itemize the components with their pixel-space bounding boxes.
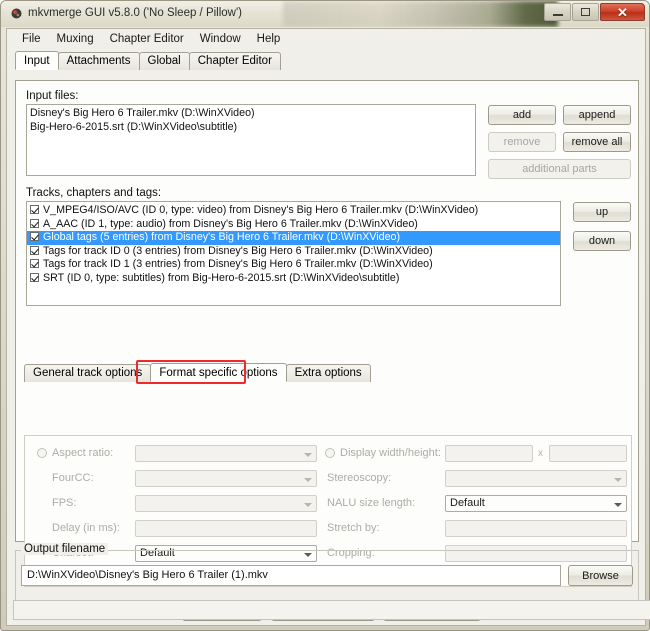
menu-help[interactable]: Help — [250, 32, 290, 48]
track-checkbox[interactable] — [30, 259, 39, 268]
track-checkbox[interactable] — [30, 273, 39, 282]
nalu-size-value: Default — [450, 497, 485, 509]
track-label: V_MPEG4/ISO/AVC (ID 0, type: video) from… — [43, 204, 478, 216]
display-height-input — [549, 445, 627, 462]
maximize-icon — [581, 8, 590, 16]
table-row[interactable]: A_AAC (ID 1, type: audio) from Disney's … — [27, 218, 560, 232]
remove-button: remove — [488, 132, 556, 152]
close-button[interactable]: ✕ — [600, 3, 645, 21]
tab-global[interactable]: Global — [139, 52, 190, 70]
status-bar — [13, 600, 650, 620]
remove-all-button[interactable]: remove all — [563, 132, 631, 152]
track-checkbox[interactable] — [30, 246, 39, 255]
mkvmerge-icon — [10, 7, 23, 20]
move-down-button[interactable]: down — [573, 231, 631, 251]
tracks-label: Tracks, chapters and tags: — [26, 187, 161, 199]
track-label: SRT (ID 0, type: subtitles) from Big-Her… — [43, 272, 399, 284]
tracks-list[interactable]: V_MPEG4/ISO/AVC (ID 0, type: video) from… — [26, 201, 561, 306]
aspect-ratio-radio — [37, 448, 47, 458]
background-bleed-through — [283, 1, 558, 27]
stereoscopy-combo — [445, 470, 627, 487]
menu-muxing[interactable]: Muxing — [50, 32, 103, 48]
tab-format-specific-options[interactable]: Format specific options — [150, 363, 286, 382]
chevron-down-icon — [300, 472, 315, 487]
table-row[interactable]: Tags for track ID 1 (3 entries) from Dis… — [27, 258, 560, 272]
browse-button[interactable]: Browse — [568, 565, 633, 586]
table-row[interactable]: V_MPEG4/ISO/AVC (ID 0, type: video) from… — [27, 204, 560, 218]
close-icon: ✕ — [617, 6, 628, 19]
track-label: A_AAC (ID 1, type: audio) from Disney's … — [43, 218, 418, 230]
output-filename-input[interactable]: D:\WinXVideo\Disney's Big Hero 6 Trailer… — [21, 565, 561, 586]
add-button[interactable]: add — [488, 105, 556, 125]
delay-label: Delay (in ms): — [52, 522, 120, 534]
title-bar: mkvmerge GUI v5.8.0 ('No Sleep / Pillow'… — [1, 1, 649, 27]
stereoscopy-label: Stereoscopy: — [327, 472, 391, 484]
track-checkbox[interactable] — [30, 205, 39, 214]
list-item[interactable]: Big-Hero-6-2015.srt (D:\WinXVideo\subtit… — [27, 121, 475, 135]
minimize-button[interactable] — [544, 3, 571, 21]
minimize-icon — [553, 14, 563, 16]
nalu-size-combo[interactable]: Default — [445, 495, 627, 512]
tab-extra-options[interactable]: Extra options — [286, 364, 371, 382]
tab-general-track-options[interactable]: General track options — [24, 364, 151, 382]
move-up-button[interactable]: up — [573, 202, 631, 222]
aspect-ratio-combo — [135, 445, 317, 462]
track-label: Tags for track ID 1 (3 entries) from Dis… — [43, 258, 433, 270]
stretch-by-input — [445, 520, 627, 537]
list-item[interactable]: Disney's Big Hero 6 Trailer.mkv (D:\WinX… — [27, 107, 475, 121]
chevron-down-icon — [610, 497, 625, 512]
application-window: mkvmerge GUI v5.8.0 ('No Sleep / Pillow'… — [0, 0, 650, 631]
input-files-list[interactable]: Disney's Big Hero 6 Trailer.mkv (D:\WinX… — [26, 104, 476, 176]
fourcc-label: FourCC: — [52, 472, 94, 484]
main-tab-bar: Input Attachments Global Chapter Editor — [15, 51, 645, 70]
stretch-by-label: Stretch by: — [327, 522, 380, 534]
menu-bar: File Muxing Chapter Editor Window Help — [7, 29, 645, 48]
display-wh-label: Display width/height: — [340, 447, 441, 459]
nalu-size-label: NALU size length: — [327, 497, 415, 509]
window-controls: ✕ — [544, 3, 645, 21]
table-row[interactable]: SRT (ID 0, type: subtitles) from Big-Her… — [27, 272, 560, 286]
track-label: Tags for track ID 0 (3 entries) from Dis… — [43, 245, 433, 257]
tab-input[interactable]: Input — [15, 51, 59, 70]
menu-chapter-editor[interactable]: Chapter Editor — [103, 32, 193, 48]
menu-window[interactable]: Window — [193, 32, 250, 48]
fps-label: FPS: — [52, 497, 76, 509]
dimension-separator: x — [538, 448, 543, 459]
output-group-label: Output filename — [21, 543, 108, 555]
input-files-label: Input files: — [26, 90, 78, 102]
append-button[interactable]: append — [563, 105, 631, 125]
table-row-selected[interactable]: Global tags (5 entries) from Disney's Bi… — [27, 231, 560, 245]
aspect-ratio-label: Aspect ratio: — [52, 447, 113, 459]
display-width-input — [445, 445, 533, 462]
chevron-down-icon — [300, 447, 315, 462]
track-checkbox[interactable] — [30, 219, 39, 228]
fourcc-combo — [135, 470, 317, 487]
display-wh-radio — [325, 448, 335, 458]
fps-combo — [135, 495, 317, 512]
track-checkbox[interactable] — [30, 232, 39, 241]
delay-input — [135, 520, 317, 537]
additional-parts-button: additional parts — [488, 159, 631, 179]
track-label: Global tags (5 entries) from Disney's Bi… — [43, 231, 400, 243]
client-area: File Muxing Chapter Editor Window Help I… — [6, 28, 646, 626]
window-title: mkvmerge GUI v5.8.0 ('No Sleep / Pillow'… — [28, 7, 242, 19]
track-options-tab-bar: General track options Format specific op… — [24, 363, 370, 382]
maximize-button[interactable] — [572, 3, 599, 21]
tab-attachments[interactable]: Attachments — [58, 52, 140, 70]
menu-file[interactable]: File — [15, 32, 50, 48]
tab-chapter-editor[interactable]: Chapter Editor — [189, 52, 281, 70]
chevron-down-icon — [300, 497, 315, 512]
table-row[interactable]: Tags for track ID 0 (3 entries) from Dis… — [27, 245, 560, 259]
input-tab-panel: Input files: Disney's Big Hero 6 Trailer… — [15, 80, 639, 542]
chevron-down-icon — [610, 472, 625, 487]
